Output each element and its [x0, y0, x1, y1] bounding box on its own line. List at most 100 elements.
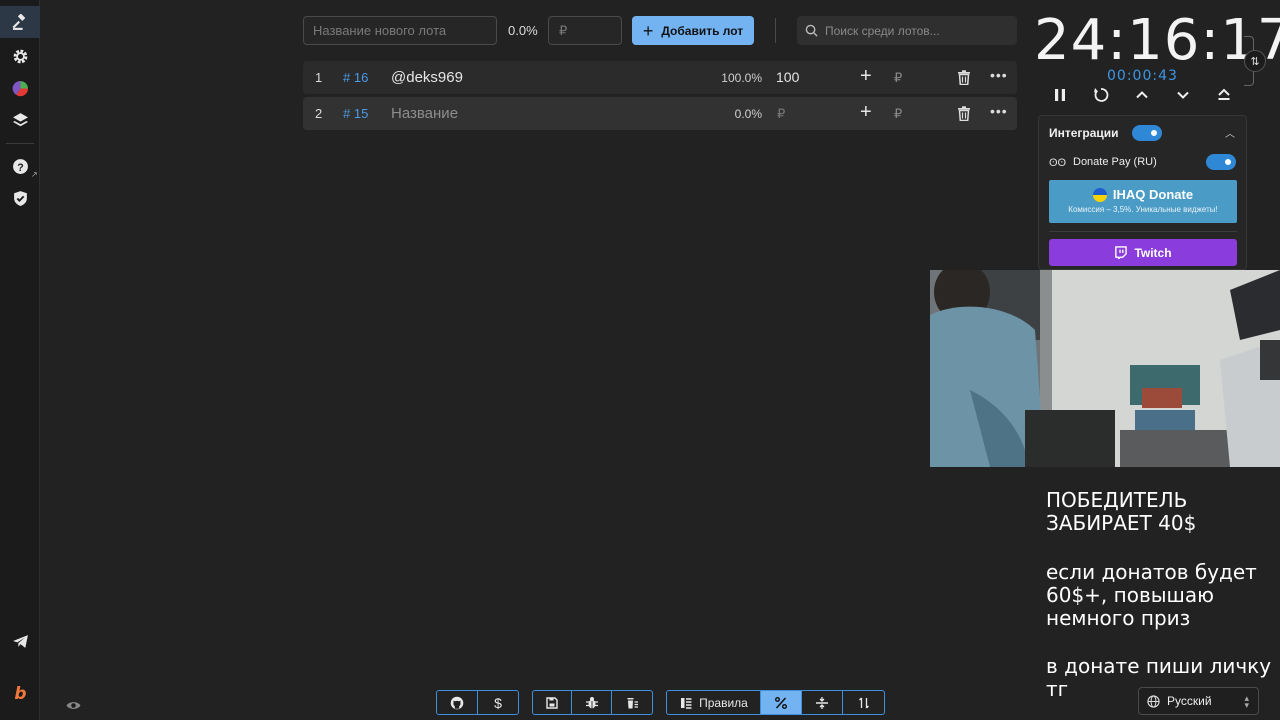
more-icon[interactable]: •••	[990, 67, 1008, 83]
lot-add-currency[interactable]: ₽	[894, 106, 902, 122]
overlay-line-3: если донатов будет	[1046, 560, 1257, 584]
eject-icon	[1218, 88, 1230, 100]
delete-lot-button[interactable]	[957, 106, 971, 126]
toolbar-divider	[775, 18, 776, 43]
sort-button[interactable]	[843, 691, 884, 714]
chevron-up-icon[interactable]: ︿	[1225, 125, 1235, 140]
twitch-label: Twitch	[1134, 245, 1172, 260]
search-icon	[805, 24, 818, 37]
add-amount-button[interactable]: +	[860, 102, 872, 122]
sidebar-item-layers[interactable]	[0, 104, 40, 136]
lot-name[interactable]: Название	[391, 105, 458, 122]
overlay-line-2: ЗАБИРАЕТ 40$	[1046, 511, 1197, 535]
donatepay-icon: ʘʘ	[1049, 157, 1067, 169]
trash-icon	[958, 70, 970, 86]
ihaq-subtitle: Комиссия – 3,5%. Уникальные виджеты!	[1068, 205, 1218, 214]
github-icon	[450, 696, 464, 709]
webcam-image	[930, 270, 1280, 467]
add-amount-button[interactable]: +	[860, 66, 872, 86]
pause-button[interactable]	[1048, 84, 1072, 106]
sidebar-item-brand[interactable]: b	[0, 676, 40, 708]
github-button[interactable]	[437, 691, 478, 714]
lot-search[interactable]	[797, 16, 1017, 45]
clear-icon	[627, 697, 638, 708]
lot-row[interactable]: 1 # 16 @deks969 100.0% 100 + ₽ •••	[303, 61, 1017, 94]
integrations-panel: Интеграции ︿ ʘʘ Donate Pay (RU) IHAQ Don…	[1038, 115, 1247, 270]
overlay-line-4: 60$+, повышаю	[1046, 583, 1214, 607]
sidebar-item-telegram[interactable]	[0, 625, 40, 657]
double-time-button[interactable]	[1212, 84, 1236, 106]
lot-index: 1	[315, 70, 323, 85]
twitch-icon	[1115, 246, 1128, 259]
delete-lot-button[interactable]	[957, 70, 971, 90]
more-icon[interactable]: •••	[990, 103, 1008, 119]
sidebar-divider	[6, 143, 34, 144]
data-group	[532, 690, 653, 715]
lot-percent: 0.0%	[734, 107, 762, 121]
bug-icon	[585, 696, 598, 708]
percent-icon	[775, 696, 787, 709]
lot-id[interactable]: # 15	[343, 106, 368, 121]
integrations-title: Интеграции	[1049, 126, 1119, 140]
plus-icon: +	[642, 20, 654, 41]
donatepay-toggle[interactable]	[1206, 154, 1236, 170]
help-icon: ?	[12, 158, 28, 174]
sidebar-item-security[interactable]	[0, 182, 40, 214]
ihaq-donate-button[interactable]: IHAQ Donate Комиссия – 3,5%. Уникальные …	[1049, 180, 1237, 223]
lot-index: 2	[315, 106, 323, 121]
brand-b-icon: b	[14, 684, 26, 701]
elapsed-timer: 00:00:43	[1107, 68, 1178, 84]
save-icon	[546, 696, 558, 709]
lot-name[interactable]: @deks969	[391, 69, 463, 86]
globe-icon	[1147, 694, 1160, 708]
rules-button[interactable]: Правила	[667, 691, 761, 714]
chevron-down-icon	[1177, 91, 1189, 99]
new-lot-amount-input[interactable]	[548, 16, 622, 45]
lot-add-currency[interactable]: ₽	[894, 70, 902, 86]
telegram-icon	[12, 634, 28, 648]
lot-row[interactable]: 2 # 15 Название 0.0% ₽ + ₽ •••	[303, 97, 1017, 130]
lot-amount[interactable]: 100	[776, 69, 799, 85]
sidebar-item-wheel[interactable]	[0, 72, 40, 104]
gavel-icon	[11, 13, 25, 30]
add-lot-button[interactable]: + Добавить лот	[632, 16, 754, 45]
sidebar-item-settings[interactable]	[0, 40, 40, 72]
overlay-line-1: ПОБЕДИТЕЛЬ	[1046, 488, 1188, 512]
percent-toggle-button[interactable]	[761, 691, 802, 714]
save-button[interactable]	[533, 691, 573, 714]
integrations-divider	[1049, 231, 1237, 232]
language-select[interactable]: Русский ▴ ▾	[1138, 687, 1259, 715]
new-lot-name-input[interactable]	[303, 16, 497, 45]
swap-timer-button[interactable]: ⇅	[1244, 50, 1266, 72]
svg-text:?: ?	[17, 161, 23, 173]
search-input[interactable]	[825, 23, 1005, 38]
add-lot-label: Добавить лот	[661, 23, 744, 38]
donate-button[interactable]: $	[478, 691, 518, 714]
twitch-button[interactable]: Twitch	[1049, 239, 1237, 266]
new-lot-percent: 0.0%	[508, 23, 538, 38]
sort-icon	[858, 697, 869, 708]
subtract-time-button[interactable]	[1171, 84, 1195, 106]
ihaq-title-row: IHAQ Donate	[1049, 187, 1237, 202]
rules-label: Правила	[699, 695, 748, 710]
compact-view-button[interactable]	[802, 691, 843, 714]
links-group: $	[436, 690, 519, 715]
chevron-up-icon	[1136, 91, 1148, 99]
language-value: Русский	[1167, 694, 1212, 708]
add-time-button[interactable]	[1130, 84, 1154, 106]
eye-icon[interactable]	[66, 698, 81, 716]
sidebar-item-auction[interactable]	[0, 6, 40, 38]
webcam-overlay	[930, 270, 1280, 467]
pie-chart-icon	[12, 80, 28, 96]
report-bug-button[interactable]	[572, 691, 612, 714]
clear-lots-button[interactable]	[612, 691, 652, 714]
integrations-toggle[interactable]	[1132, 125, 1162, 141]
split-icon	[816, 696, 828, 709]
restart-button[interactable]	[1089, 84, 1113, 106]
sidebar: ? ↗ b	[0, 0, 40, 720]
external-link-icon: ↗	[31, 170, 38, 179]
lot-id[interactable]: # 16	[343, 70, 368, 85]
lot-amount[interactable]: ₽	[777, 106, 785, 122]
shield-check-icon	[13, 190, 27, 206]
restart-icon	[1094, 88, 1109, 102]
